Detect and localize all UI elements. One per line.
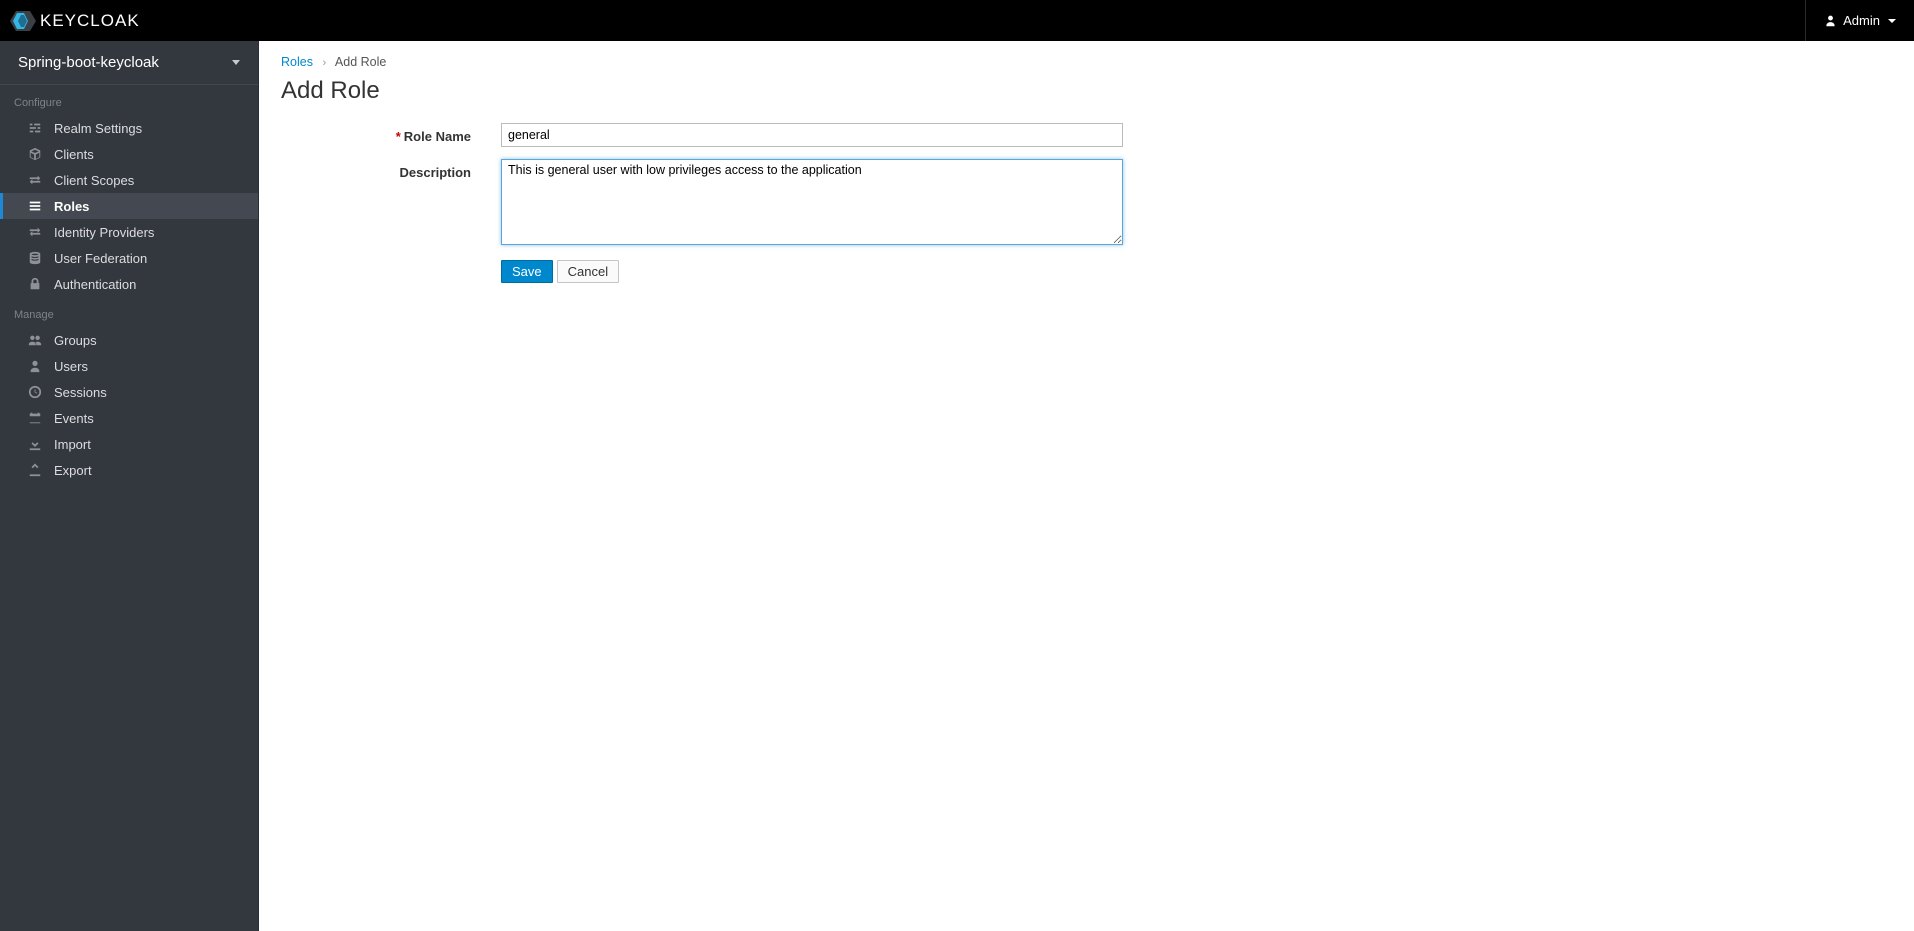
sidebar-item-export[interactable]: Export	[0, 457, 258, 483]
role-name-label: *Role Name	[281, 123, 501, 144]
role-name-input[interactable]	[501, 123, 1123, 147]
cancel-button[interactable]: Cancel	[557, 260, 619, 283]
chevron-down-icon	[232, 60, 240, 65]
chevron-down-icon	[1888, 19, 1896, 23]
user-icon	[28, 359, 42, 373]
sidebar-item-import[interactable]: Import	[0, 431, 258, 457]
breadcrumb-current: Add Role	[335, 55, 386, 69]
user-label: Admin	[1843, 13, 1880, 28]
sidebar-item-label: Client Scopes	[54, 173, 134, 188]
sidebar-item-label: Clients	[54, 147, 94, 162]
sidebar-item-roles[interactable]: Roles	[0, 193, 258, 219]
sliders-icon	[28, 121, 42, 135]
page-title: Add Role	[281, 77, 1892, 105]
description-label: Description	[281, 159, 501, 180]
sidebar-item-label: Users	[54, 359, 88, 374]
sidebar-item-users[interactable]: Users	[0, 353, 258, 379]
sidebar-item-authentication[interactable]: Authentication	[0, 271, 258, 297]
lock-icon	[28, 277, 42, 291]
sidebar-item-label: Groups	[54, 333, 97, 348]
sidebar-item-user-federation[interactable]: User Federation	[0, 245, 258, 271]
sidebar-item-label: Import	[54, 437, 91, 452]
sidebar-item-label: Export	[54, 463, 92, 478]
sidebar-item-realm-settings[interactable]: Realm Settings	[0, 115, 258, 141]
import-icon	[28, 437, 42, 451]
realm-selector[interactable]: Spring-boot-keycloak	[0, 41, 258, 85]
brand-logo[interactable]: KEYCLOAK	[10, 9, 140, 33]
sidebar-item-clients[interactable]: Clients	[0, 141, 258, 167]
sidebar-item-label: Events	[54, 411, 94, 426]
transfer-icon	[28, 173, 42, 187]
calendar-icon	[28, 411, 42, 425]
clock-icon	[28, 385, 42, 399]
sidebar-item-label: User Federation	[54, 251, 147, 266]
realm-name: Spring-boot-keycloak	[18, 54, 159, 71]
sidebar-item-client-scopes[interactable]: Client Scopes	[0, 167, 258, 193]
top-header: KEYCLOAK Admin	[0, 0, 1914, 41]
breadcrumb: Roles › Add Role	[281, 55, 1892, 69]
form-row-description: Description	[281, 159, 1892, 248]
sidebar-item-sessions[interactable]: Sessions	[0, 379, 258, 405]
sidebar: Spring-boot-keycloak Configure Realm Sett…	[0, 41, 259, 931]
transfer-icon	[28, 225, 42, 239]
group-icon	[28, 333, 42, 347]
cube-icon	[28, 147, 42, 161]
sidebar-item-label: Realm Settings	[54, 121, 142, 136]
list-icon	[28, 199, 42, 213]
sidebar-item-label: Sessions	[54, 385, 107, 400]
nav-section-title: Manage	[0, 297, 258, 327]
brand-text: KEYCLOAK	[40, 11, 140, 31]
breadcrumb-root-link[interactable]: Roles	[281, 55, 313, 69]
nav-section-title: Configure	[0, 85, 258, 115]
breadcrumb-separator: ›	[322, 57, 326, 69]
sidebar-item-events[interactable]: Events	[0, 405, 258, 431]
form-row-role-name: *Role Name	[281, 123, 1892, 147]
keycloak-logo-icon	[10, 9, 36, 33]
main-content: Roles › Add Role Add Role *Role Name Des…	[259, 41, 1914, 931]
sidebar-item-label: Roles	[54, 199, 89, 214]
sidebar-item-label: Identity Providers	[54, 225, 154, 240]
description-textarea[interactable]	[501, 159, 1123, 245]
user-icon	[1824, 14, 1837, 27]
sidebar-item-identity-providers[interactable]: Identity Providers	[0, 219, 258, 245]
user-menu[interactable]: Admin	[1805, 0, 1896, 41]
sidebar-item-groups[interactable]: Groups	[0, 327, 258, 353]
database-icon	[28, 251, 42, 265]
export-icon	[28, 463, 42, 477]
sidebar-item-label: Authentication	[54, 277, 136, 292]
save-button[interactable]: Save	[501, 260, 553, 283]
